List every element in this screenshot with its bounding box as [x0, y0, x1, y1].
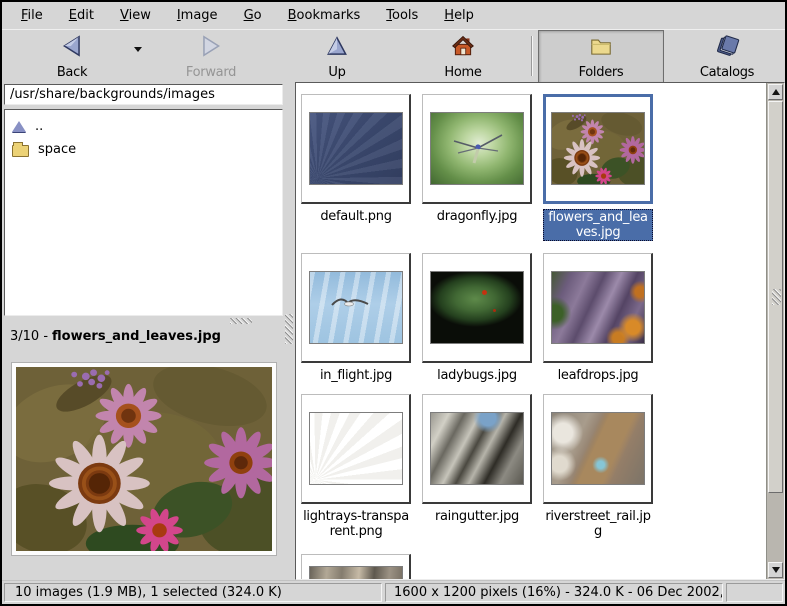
path-input[interactable]	[4, 84, 283, 105]
side-panel: .. space 3/10 - flowers_and_leaves.jpg	[2, 82, 283, 580]
main-area: .. space 3/10 - flowers_and_leaves.jpg	[2, 82, 785, 580]
folder-item-space[interactable]: space	[5, 138, 282, 161]
scrollbar-grip	[772, 289, 781, 305]
menu-help[interactable]: Help	[431, 5, 487, 26]
thumbnail-image	[551, 271, 645, 344]
pane-splitter-vertical[interactable]	[283, 82, 295, 580]
folder-icon	[12, 145, 29, 157]
splitter-grip[interactable]	[285, 314, 293, 344]
thumbnail-lightrays[interactable]: lightrays-transparent.png	[301, 394, 411, 554]
statusbar: 10 images (1.9 MB), 1 selected (324.0 K)…	[2, 580, 785, 604]
up-button[interactable]: Up	[274, 30, 400, 83]
folder-item-label: ..	[35, 119, 43, 134]
vertical-scrollbar[interactable]	[766, 83, 784, 579]
pane-splitter-horizontal[interactable]	[4, 316, 283, 326]
statusbar-image-info: 1600 x 1200 pixels (16%) - 324.0 K - 06 …	[385, 583, 723, 602]
home-button[interactable]: Home	[400, 30, 526, 83]
menu-tools[interactable]: Tools	[373, 5, 431, 26]
scrollbar-down-button[interactable]	[768, 562, 783, 578]
down-arrow-icon	[772, 567, 780, 573]
menu-bookmarks[interactable]: Bookmarks	[275, 5, 374, 26]
folder-item-label: space	[38, 142, 76, 157]
catalogs-button[interactable]: Catalogs	[664, 30, 787, 83]
toolbar: Back Forward Up Home Folder	[2, 29, 785, 82]
statusbar-summary: 10 images (1.9 MB), 1 selected (324.0 K)	[4, 583, 382, 602]
thumbnail-image	[551, 412, 645, 485]
folder-list: .. space	[4, 109, 283, 316]
thumbnail-riverstreet[interactable]: riverstreet_rail.jpg	[543, 394, 653, 554]
menu-go[interactable]: Go	[231, 5, 275, 26]
thumbnail-image	[309, 566, 403, 579]
book-icon	[714, 33, 740, 60]
thumbnail-dragonfly[interactable]: dragonfly.jpg	[422, 94, 532, 253]
thumbnail-image	[309, 271, 403, 344]
preview-pane	[4, 347, 283, 580]
thumbnail-image	[430, 412, 524, 485]
thumbnail-default[interactable]: default.png	[301, 94, 411, 253]
selection-status-filename: flowers_and_leaves.jpg	[52, 329, 221, 344]
home-icon	[450, 33, 476, 60]
thumbnail-inflight[interactable]: in_flight.jpg	[301, 253, 411, 394]
statusbar-spacer	[726, 583, 783, 602]
thumbnail-image	[309, 112, 403, 185]
thumbnail-browser: default.png dragonfly.jpg flowers_and_le…	[295, 82, 785, 580]
menu-edit[interactable]: Edit	[56, 5, 107, 26]
up-icon	[324, 33, 350, 60]
thumbnail-image	[430, 271, 524, 344]
toolbar-separator	[531, 36, 533, 76]
back-button[interactable]: Back	[9, 30, 148, 83]
thumbnail-flowers-selected[interactable]: flowers_and_leaves.jpg	[543, 94, 653, 253]
app-window: File Edit View Image Go Bookmarks Tools …	[0, 0, 787, 606]
thumbnail-image	[309, 412, 403, 485]
selection-status: 3/10 - flowers_and_leaves.jpg	[4, 326, 283, 347]
menubar: File Edit View Image Go Bookmarks Tools …	[2, 2, 785, 29]
thumbnail-partial[interactable]	[301, 554, 411, 579]
thumbnail-leafdrops[interactable]: leafdrops.jpg	[543, 253, 653, 394]
folder-item-parent[interactable]: ..	[5, 115, 282, 138]
forward-button[interactable]: Forward	[148, 30, 274, 83]
preview-image	[12, 363, 276, 555]
thumbnail-ladybugs[interactable]: ladybugs.jpg	[422, 253, 532, 394]
menu-image[interactable]: Image	[164, 5, 231, 26]
thumbnail-grid: default.png dragonfly.jpg flowers_and_le…	[297, 83, 766, 579]
splitter-grip[interactable]	[230, 318, 252, 324]
thumbnail-image	[430, 112, 524, 185]
folder-icon	[588, 33, 614, 60]
folders-button[interactable]: Folders	[538, 30, 664, 83]
forward-icon	[198, 33, 224, 60]
menu-file[interactable]: File	[8, 5, 56, 26]
up-arrow-icon	[772, 89, 780, 95]
menu-view[interactable]: View	[107, 5, 164, 26]
back-history-dropdown-icon[interactable]	[134, 47, 142, 52]
thumbnail-image	[551, 112, 645, 185]
up-directory-icon	[12, 121, 26, 132]
back-icon	[59, 33, 85, 60]
thumbnail-raingutter[interactable]: raingutter.jpg	[422, 394, 532, 554]
selection-status-index: 3/10 -	[10, 329, 48, 344]
scrollbar-thumb[interactable]	[768, 101, 783, 493]
scrollbar-up-button[interactable]	[768, 84, 783, 100]
